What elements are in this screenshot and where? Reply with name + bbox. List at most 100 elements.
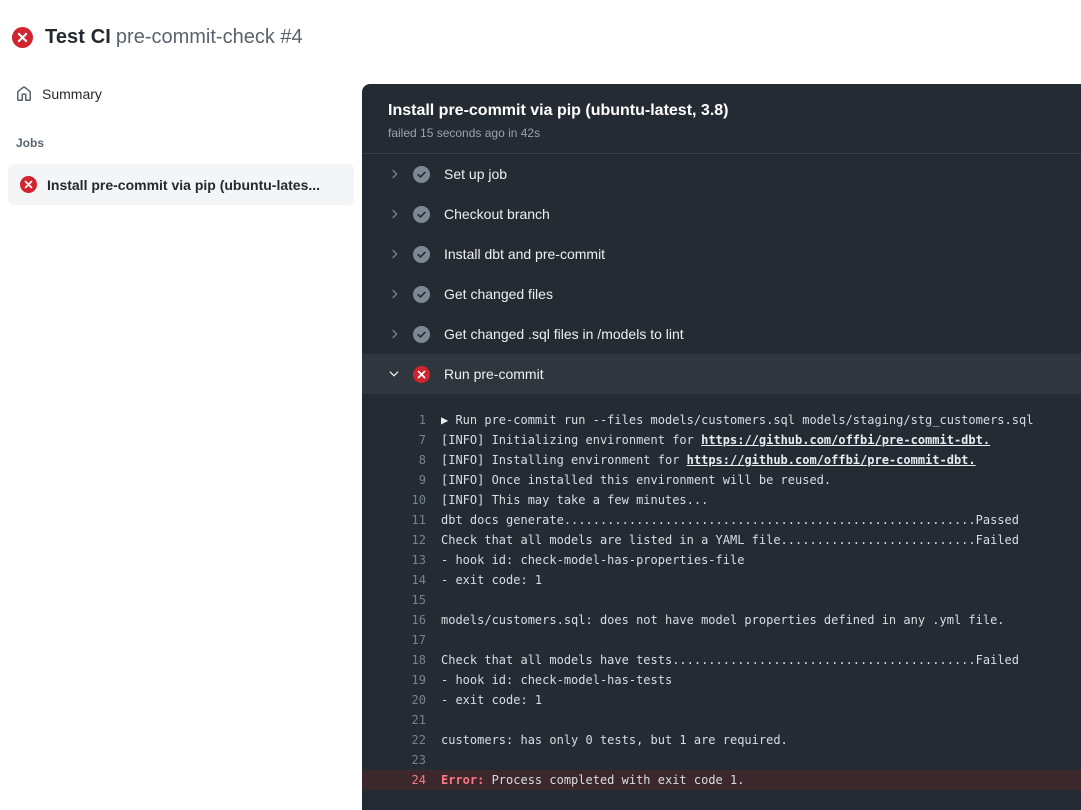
log-text-segment: - exit code: 1 xyxy=(441,693,542,707)
step-row-get-changed-files[interactable]: Get changed files xyxy=(362,274,1081,314)
log-line-number[interactable]: 1 xyxy=(388,410,426,430)
log-text-segment: - exit code: 1 xyxy=(441,573,542,587)
log-line-number[interactable]: 9 xyxy=(388,470,426,490)
job-title: Install pre-commit via pip (ubuntu-lates… xyxy=(388,102,1055,120)
step-failed-icon xyxy=(413,366,430,383)
log-line: 20 - exit code: 1 xyxy=(362,690,1081,710)
log-line: 10 [INFO] This may take a few minutes... xyxy=(362,490,1081,510)
log-line-text: - exit code: 1 xyxy=(441,570,542,590)
log-line-number[interactable]: 11 xyxy=(388,510,426,530)
job-failed-icon xyxy=(20,176,37,193)
log-line-number[interactable]: 12 xyxy=(388,530,426,550)
log-line: 12 Check that all models are listed in a … xyxy=(362,530,1081,550)
step-row-run-pre-commit[interactable]: Run pre-commit xyxy=(362,354,1081,394)
log-line-number[interactable]: 16 xyxy=(388,610,426,630)
log-link[interactable]: https://github.com/offbi/pre-commit-dbt. xyxy=(701,433,990,447)
step-row-install-dbt-and-pre-commit[interactable]: Install dbt and pre-commit xyxy=(362,234,1081,274)
log-line-text: [INFO] Initializing environment for http… xyxy=(441,430,990,450)
chevron-right-icon xyxy=(387,167,401,181)
log-line-number[interactable]: 8 xyxy=(388,450,426,470)
step-success-icon xyxy=(413,166,430,183)
log-line-text: - hook id: check-model-has-tests xyxy=(441,670,672,690)
sidebar-item-summary[interactable]: Summary xyxy=(0,76,362,112)
step-success-icon xyxy=(413,246,430,263)
log-line-number[interactable]: 17 xyxy=(388,630,426,650)
log-text-segment: Check that all models are listed in a YA… xyxy=(441,533,1019,547)
step-label: Install dbt and pre-commit xyxy=(444,246,605,262)
log-line-text: Error: Process completed with exit code … xyxy=(441,770,744,790)
log-line-text: customers: has only 0 tests, but 1 are r… xyxy=(441,730,788,750)
log-text-segment: [INFO] Once installed this environment w… xyxy=(441,473,831,487)
log-text-segment: [INFO] This may take a few minutes... xyxy=(441,493,708,507)
log-line: 14 - exit code: 1 xyxy=(362,570,1081,590)
log-line: 15 xyxy=(362,590,1081,610)
chevron-right-icon xyxy=(387,247,401,261)
log-group-arrow-icon[interactable]: ▶ xyxy=(441,413,455,427)
run-header: Test CI pre-commit-check #4 xyxy=(0,0,1081,49)
log-line: 13 - hook id: check-model-has-properties-… xyxy=(362,550,1081,570)
log-text-segment: Process completed with exit code 1. xyxy=(492,773,745,787)
run-failed-icon xyxy=(12,27,33,48)
job-panel-header: Install pre-commit via pip (ubuntu-lates… xyxy=(362,84,1081,154)
log-line-number[interactable]: 23 xyxy=(388,750,426,770)
log-text-segment: [INFO] Installing environment for xyxy=(441,453,687,467)
sidebar: Summary Jobs Install pre-commit via pip … xyxy=(0,76,362,205)
log-output: 1▶ Run pre-commit run --files models/cus… xyxy=(362,394,1081,790)
step-label: Run pre-commit xyxy=(444,366,544,382)
step-label: Get changed files xyxy=(444,286,553,302)
step-label: Set up job xyxy=(444,166,507,182)
log-text-segment: - hook id: check-model-has-properties-fi… xyxy=(441,553,744,567)
log-line: 19 - hook id: check-model-has-tests xyxy=(362,670,1081,690)
step-success-icon xyxy=(413,326,430,343)
log-line-number[interactable]: 15 xyxy=(388,590,426,610)
log-line: 8 [INFO] Installing environment for https… xyxy=(362,450,1081,470)
step-success-icon xyxy=(413,206,430,223)
summary-label: Summary xyxy=(42,86,102,102)
log-text-segment: Check that all models have tests........… xyxy=(441,653,1019,667)
log-line: 23 xyxy=(362,750,1081,770)
step-row-set-up-job[interactable]: Set up job xyxy=(362,154,1081,194)
log-text-segment: models/customers.sql: does not have mode… xyxy=(441,613,1005,627)
log-line-number[interactable]: 22 xyxy=(388,730,426,750)
log-line-number[interactable]: 20 xyxy=(388,690,426,710)
log-line-number[interactable]: 10 xyxy=(388,490,426,510)
chevron-right-icon xyxy=(387,287,401,301)
step-success-icon xyxy=(413,286,430,303)
log-line-text: - exit code: 1 xyxy=(441,690,542,710)
log-line-error: 24 Error: Process completed with exit cod… xyxy=(362,770,1081,790)
chevron-down-icon xyxy=(387,367,401,381)
log-error-label: Error: xyxy=(441,773,492,787)
log-line-number[interactable]: 19 xyxy=(388,670,426,690)
job-item-label: Install pre-commit via pip (ubuntu-lates… xyxy=(47,177,320,193)
log-line-number[interactable]: 14 xyxy=(388,570,426,590)
log-line-number[interactable]: 7 xyxy=(388,430,426,450)
log-line: 17 xyxy=(362,630,1081,650)
sidebar-job-item[interactable]: Install pre-commit via pip (ubuntu-lates… xyxy=(8,164,354,205)
jobs-heading: Jobs xyxy=(0,136,362,150)
log-text-segment: dbt docs generate.......................… xyxy=(441,513,1019,527)
log-line-number[interactable]: 24 xyxy=(388,770,426,790)
log-line-number[interactable]: 21 xyxy=(388,710,426,730)
run-name: pre-commit-check #4 xyxy=(116,26,303,49)
step-row-get-changed-sql-files-in-models-to-lint[interactable]: Get changed .sql files in /models to lin… xyxy=(362,314,1081,354)
step-row-checkout-branch[interactable]: Checkout branch xyxy=(362,194,1081,234)
job-log-panel: Install pre-commit via pip (ubuntu-lates… xyxy=(362,84,1081,810)
home-icon xyxy=(16,86,32,102)
chevron-right-icon xyxy=(387,207,401,221)
chevron-right-icon xyxy=(387,327,401,341)
log-line: 18 Check that all models have tests......… xyxy=(362,650,1081,670)
log-text-segment: customers: has only 0 tests, but 1 are r… xyxy=(441,733,788,747)
log-line-number[interactable]: 13 xyxy=(388,550,426,570)
log-line: 16 models/customers.sql: does not have mo… xyxy=(362,610,1081,630)
log-line: 21 xyxy=(362,710,1081,730)
log-line-number[interactable]: 18 xyxy=(388,650,426,670)
log-line: 9 [INFO] Once installed this environment … xyxy=(362,470,1081,490)
log-line: 22 customers: has only 0 tests, but 1 are… xyxy=(362,730,1081,750)
log-line: 7 [INFO] Initializing environment for htt… xyxy=(362,430,1081,450)
step-label: Checkout branch xyxy=(444,206,550,222)
log-line-text: - hook id: check-model-has-properties-fi… xyxy=(441,550,744,570)
step-label: Get changed .sql files in /models to lin… xyxy=(444,326,684,342)
log-link[interactable]: https://github.com/offbi/pre-commit-dbt. xyxy=(687,453,976,467)
log-line: 1▶ Run pre-commit run --files models/cus… xyxy=(362,410,1081,430)
log-line-text: [INFO] This may take a few minutes... xyxy=(441,490,708,510)
